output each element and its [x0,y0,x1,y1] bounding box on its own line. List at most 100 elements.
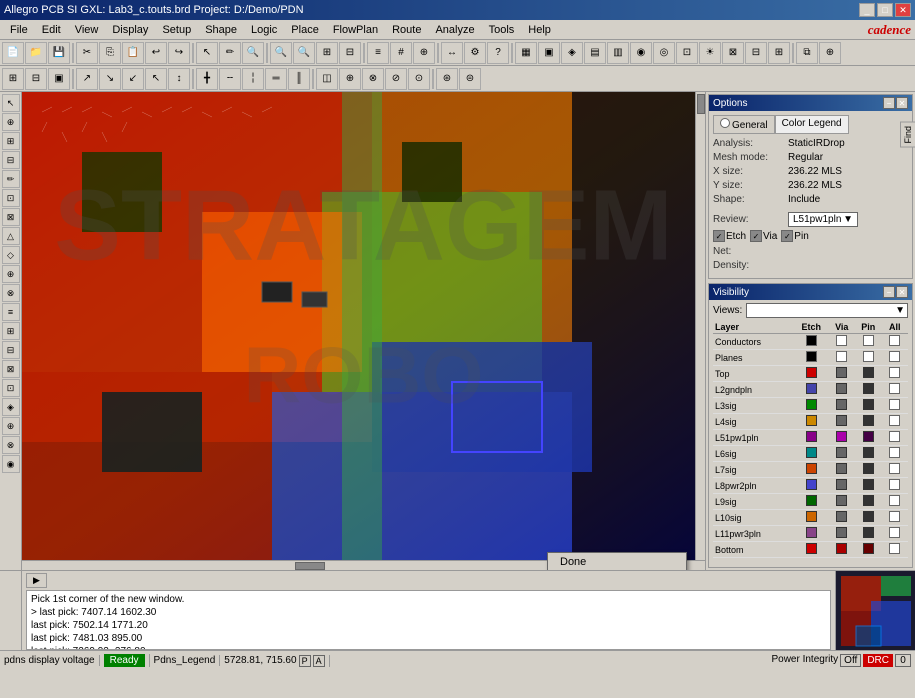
tb2-19[interactable]: ⊛ [436,68,458,90]
tb-extra13[interactable]: ⧉ [796,42,818,64]
tb-pointer[interactable]: ↖ [196,42,218,64]
menu-file[interactable]: File [4,22,34,38]
tb-extra5[interactable]: ▥ [607,42,629,64]
top-via[interactable] [829,366,855,382]
tb-extra9[interactable]: ☀ [699,42,721,64]
tool-select[interactable]: ↖ [2,94,20,112]
planes-etch[interactable] [794,350,829,366]
tool-6[interactable]: ⊡ [2,189,20,207]
tb-snap[interactable]: ⊕ [413,42,435,64]
tool-15[interactable]: ⊠ [2,360,20,378]
tool-8[interactable]: △ [2,227,20,245]
tool-19[interactable]: ⊗ [2,436,20,454]
tb2-20[interactable]: ⊜ [459,68,481,90]
menu-shape[interactable]: Shape [199,22,243,38]
tb-copy[interactable]: ⎘ [99,42,121,64]
tb2-9[interactable]: ╋ [196,68,218,90]
tool-4[interactable]: ⊟ [2,151,20,169]
menu-setup[interactable]: Setup [156,22,197,38]
tb-grid[interactable]: # [390,42,412,64]
tb2-2[interactable]: ⊟ [25,68,47,90]
tb2-13[interactable]: ║ [288,68,310,90]
top-all[interactable] [881,366,908,382]
top-etch[interactable] [794,366,829,382]
pin-checkbox[interactable]: ✓ [781,230,793,242]
minimize-button[interactable]: _ [859,3,875,17]
tb-open[interactable]: 📁 [25,42,47,64]
tab-color-legend[interactable]: Color Legend [775,115,849,134]
tool-3[interactable]: ⊞ [2,132,20,150]
context-menu[interactable]: Done Display Mesh Display Voltage Displa… [547,552,687,570]
panel-pin-button[interactable]: − [883,97,895,109]
tb-extra7[interactable]: ◎ [653,42,675,64]
tb-extra6[interactable]: ◉ [630,42,652,64]
tool-10[interactable]: ⊕ [2,265,20,283]
tb2-5[interactable]: ↘ [99,68,121,90]
tb-pencil[interactable]: ✏ [219,42,241,64]
tool-7[interactable]: ⊠ [2,208,20,226]
tool-9[interactable]: ◇ [2,246,20,264]
tb2-16[interactable]: ⊗ [362,68,384,90]
tb-settings[interactable]: ⚙ [464,42,486,64]
scrollbar-thumb-v[interactable] [697,94,705,114]
tb2-6[interactable]: ↙ [122,68,144,90]
scrollbar-thumb-h[interactable] [295,562,325,570]
tb-extra8[interactable]: ⊡ [676,42,698,64]
tb-zoom-prev[interactable]: ⊟ [339,42,361,64]
tab-general[interactable]: General [713,115,775,134]
tb-layer[interactable]: ≡ [367,42,389,64]
menu-analyze[interactable]: Analyze [429,22,480,38]
tb-zoom-fit[interactable]: ⊞ [316,42,338,64]
tool-5[interactable]: ✏ [2,170,20,188]
tool-11[interactable]: ⊗ [2,284,20,302]
find-tab[interactable]: Find [900,122,915,148]
tb2-17[interactable]: ⊘ [385,68,407,90]
etch-checkbox[interactable]: ✓ [713,230,725,242]
tb-extra10[interactable]: ⊠ [722,42,744,64]
tb-save[interactable]: 💾 [48,42,70,64]
tb2-15[interactable]: ⊕ [339,68,361,90]
tb-help[interactable]: ? [487,42,509,64]
tb2-10[interactable]: ╌ [219,68,241,90]
tb-extra4[interactable]: ▤ [584,42,606,64]
conductors-pin[interactable] [855,334,882,350]
top-pin[interactable] [855,366,882,382]
vis-panel-close-button[interactable]: ✕ [896,286,908,298]
menu-display[interactable]: Display [106,22,154,38]
planes-via[interactable] [829,350,855,366]
tb2-1[interactable]: ⊞ [2,68,24,90]
tb-zoom-out[interactable]: 🔍 [293,42,315,64]
tb-extra14[interactable]: ⊕ [819,42,841,64]
tb2-4[interactable]: ↗ [76,68,98,90]
tb-extra12[interactable]: ⊞ [768,42,790,64]
tool-13[interactable]: ⊞ [2,322,20,340]
canvas-scrollbar-v[interactable] [695,92,705,570]
cmd-tab-1[interactable]: ▶ [26,573,47,588]
menu-place[interactable]: Place [285,22,325,38]
menu-help[interactable]: Help [522,22,557,38]
tb2-14[interactable]: ◫ [316,68,338,90]
menu-logic[interactable]: Logic [245,22,283,38]
tb-extra1[interactable]: ▦ [515,42,537,64]
panel-close-button[interactable]: ✕ [896,97,908,109]
tool-20[interactable]: ◉ [2,455,20,473]
tb-zoom-in[interactable]: 🔍 [270,42,292,64]
maximize-button[interactable]: □ [877,3,893,17]
tb-extra11[interactable]: ⊟ [745,42,767,64]
tool-17[interactable]: ◈ [2,398,20,416]
menu-edit[interactable]: Edit [36,22,67,38]
vis-panel-pin-button[interactable]: − [883,286,895,298]
tool-2[interactable]: ⊕ [2,113,20,131]
tb2-11[interactable]: ╎ [242,68,264,90]
tb-new[interactable]: 📄 [2,42,24,64]
views-dropdown[interactable]: ▼ [746,303,908,318]
tb-redo[interactable]: ↪ [168,42,190,64]
planes-all[interactable] [881,350,908,366]
tb-cut[interactable]: ✂ [76,42,98,64]
tb2-3[interactable]: ▣ [48,68,70,90]
tb-extra3[interactable]: ◈ [561,42,583,64]
tool-16[interactable]: ⊡ [2,379,20,397]
conductors-all[interactable] [881,334,908,350]
menu-view[interactable]: View [69,22,105,38]
tb2-12[interactable]: ═ [265,68,287,90]
